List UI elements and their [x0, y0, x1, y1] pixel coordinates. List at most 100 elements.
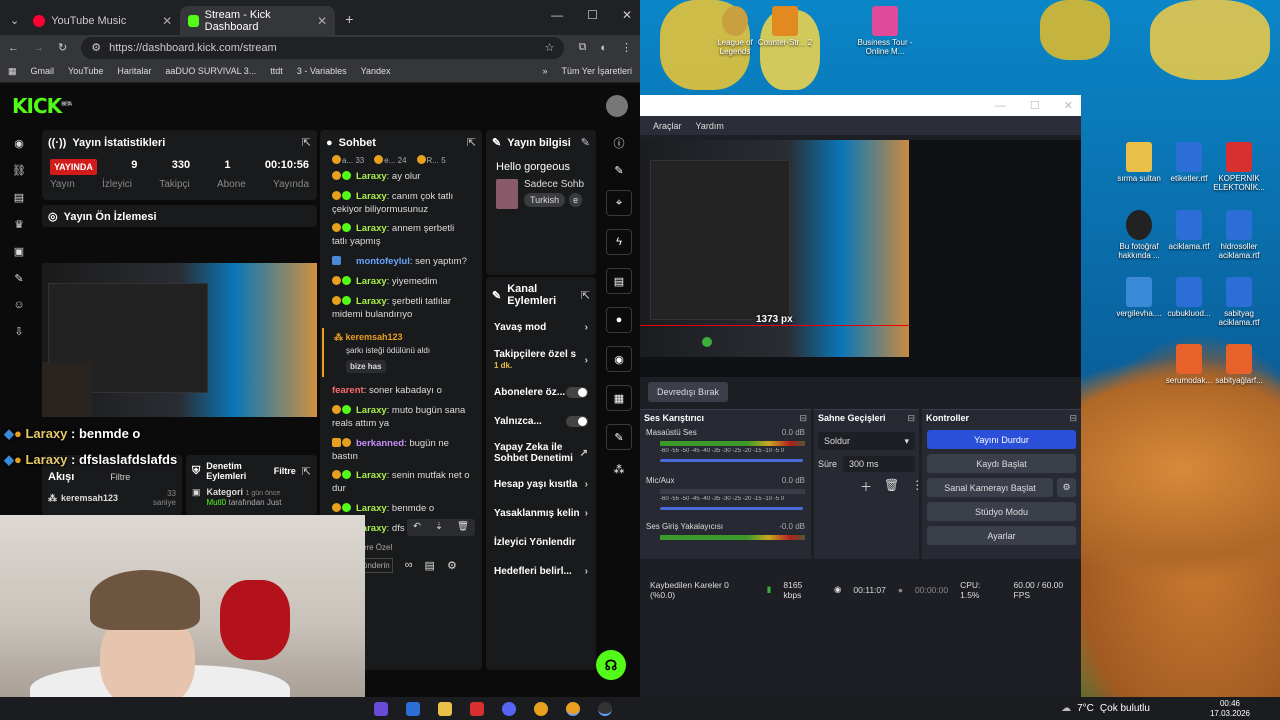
kick-logo[interactable]: KICKBETA: [12, 94, 72, 118]
profile-icon[interactable]: ◐: [600, 42, 607, 54]
chat-username[interactable]: Laraxy: [356, 470, 387, 481]
maximize-icon[interactable]: ☐: [1030, 99, 1040, 112]
filter-button[interactable]: Filtre: [274, 466, 296, 476]
slow-mode-row[interactable]: Yavaş mod ›: [486, 313, 596, 342]
chat-username[interactable]: montofeylul: [356, 256, 410, 267]
obs-icon[interactable]: [598, 701, 612, 716]
popout-icon[interactable]: ⇱: [302, 136, 311, 149]
obs-preview[interactable]: 1373 px: [640, 140, 1081, 377]
wrench-icon[interactable]: ✎: [14, 272, 23, 285]
bookmark-gmail[interactable]: Gmail: [31, 66, 55, 76]
tag-chip[interactable]: Turkish: [524, 193, 566, 207]
edit-icon[interactable]: ✎: [614, 164, 623, 177]
menu-tools[interactable]: Araçlar: [653, 121, 682, 131]
raid-row[interactable]: İzleyici Yönlendir: [486, 528, 596, 557]
chat-message[interactable]: Laraxy: şerbetli tatlılar midemi bulandı…: [332, 295, 472, 322]
stop-stream-button[interactable]: Yayını Durdur: [927, 430, 1076, 449]
discord-icon[interactable]: [502, 701, 516, 716]
trash-icon[interactable]: 🗑: [884, 478, 899, 495]
chat-username[interactable]: Laraxy: [356, 191, 387, 202]
office-icon[interactable]: [470, 701, 484, 716]
chat-username[interactable]: Laraxy: [356, 503, 387, 514]
stream-icon[interactable]: ◉: [14, 137, 24, 150]
chrome-icon[interactable]: [566, 701, 580, 716]
desktop-icon[interactable]: sabityağlarf...: [1210, 344, 1268, 386]
avatar[interactable]: [606, 95, 628, 117]
url-bar[interactable]: ⚙ https://dashboard.kick.com/stream ☆: [81, 36, 565, 59]
document-icon[interactable]: ▤: [606, 268, 632, 294]
maximize-icon[interactable]: ☐: [587, 8, 598, 22]
bookmark-variables[interactable]: 3 - Variables: [297, 66, 347, 76]
desktop-icon[interactable]: Counter-Str... 2: [756, 6, 814, 48]
bookmark-duo[interactable]: aaDUO SURVIVAL 3...: [165, 66, 256, 76]
account-age-row[interactable]: Hesap yaşı kısıtla ›: [486, 470, 596, 499]
clock[interactable]: 00:46 17.03.2026: [1210, 699, 1280, 718]
chat-message[interactable]: fearent: soner kabadayı o: [332, 385, 472, 398]
close-icon[interactable]: ✕: [1064, 99, 1073, 112]
desktop-icon[interactable]: hidrosoller aciklama.rtf: [1210, 210, 1268, 261]
mail-icon[interactable]: [406, 701, 420, 716]
desktop-icon[interactable]: Business Tour - Online M...: [856, 6, 914, 57]
dock-menu-icon[interactable]: ⊟: [907, 413, 915, 423]
edit-icon[interactable]: ✎: [581, 136, 590, 149]
dock-menu-icon[interactable]: ⊟: [799, 413, 807, 423]
download-icon[interactable]: ⇩: [14, 325, 23, 338]
transition-disable-button[interactable]: Devredışı Bırak: [648, 382, 728, 402]
desktop-icon[interactable]: sabityag aciklama.rtf: [1210, 277, 1268, 328]
chat-message[interactable]: Laraxy: muto bugün sana reals attım ya: [332, 405, 472, 431]
bookmark-yandex[interactable]: Yandex: [361, 66, 391, 76]
more-bookmarks-icon[interactable]: »: [542, 66, 547, 76]
store-icon[interactable]: ▤: [425, 559, 435, 572]
back-icon[interactable]: ←: [8, 42, 19, 54]
settings-button[interactable]: Ayarlar: [927, 526, 1076, 545]
site-info-icon[interactable]: ⚙: [91, 41, 101, 54]
apps-icon[interactable]: ⁂: [614, 463, 625, 476]
wrench-icon[interactable]: ✎: [606, 424, 632, 450]
chrome-icon[interactable]: [534, 701, 548, 716]
reload-icon[interactable]: ↻: [58, 41, 67, 54]
info-icon[interactable]: ⓘ: [614, 135, 625, 151]
gear-icon[interactable]: ⚙: [1057, 478, 1076, 497]
followers-only-row[interactable]: Takipçilere özel s1 dk. ›: [486, 342, 596, 378]
bookmark-ttdt[interactable]: ttdt: [270, 66, 283, 76]
media-icon[interactable]: ▣: [14, 245, 24, 258]
extensions-icon[interactable]: ⧉: [578, 41, 586, 54]
add-icon[interactable]: ＋: [860, 478, 872, 495]
all-bookmarks[interactable]: Tüm Yer İşaretleri: [561, 66, 632, 76]
tab-search-icon[interactable]: ⌄: [10, 14, 19, 27]
close-icon[interactable]: ✕: [317, 14, 327, 28]
chat-username[interactable]: Laraxy: [356, 276, 387, 287]
subscribers-only-toggle[interactable]: [566, 387, 588, 398]
chat-username[interactable]: Laraxy: [356, 296, 387, 307]
tab-kick-dashboard[interactable]: Stream - Kick Dashboard ✕: [180, 6, 336, 35]
popout-icon[interactable]: ⇱: [581, 289, 590, 302]
pin-icon[interactable]: ⇣: [435, 521, 443, 534]
clip-icon[interactable]: ⌖: [606, 190, 632, 216]
weather-widget[interactable]: ☁ 7°C Çok bulutlu: [1061, 703, 1210, 714]
tab-youtube-music[interactable]: YouTube Music ✕: [25, 6, 180, 35]
chat-bubble-icon[interactable]: ●: [606, 307, 632, 333]
dock-menu-icon[interactable]: ⊟: [1069, 413, 1077, 423]
apps-icon[interactable]: ▦: [8, 66, 17, 77]
chat-message[interactable]: Laraxy: benmde o: [332, 503, 472, 516]
minimize-icon[interactable]: —: [551, 8, 563, 22]
emote-icon[interactable]: ∞: [405, 559, 413, 571]
link-icon[interactable]: ⛓: [12, 164, 26, 177]
ai-moderation-row[interactable]: Yapay Zeka ile Sohbet Denetimi ↗: [486, 436, 596, 470]
studio-mode-button[interactable]: Stüdyo Modu: [927, 502, 1076, 521]
menu-help[interactable]: Yardım: [696, 121, 724, 131]
chat-message[interactable]: Laraxy: ay olur: [332, 171, 472, 184]
trash-icon[interactable]: 🗑: [457, 521, 469, 534]
start-virtual-camera-button[interactable]: Sanal Kamerayı Başlat: [927, 478, 1053, 497]
duration-input[interactable]: 300 ms: [843, 456, 915, 472]
chat-username[interactable]: fearent: [332, 385, 364, 396]
chat-username[interactable]: Laraxy: [356, 171, 387, 182]
broadcast-icon[interactable]: ◉: [606, 346, 632, 372]
minimize-icon[interactable]: —: [995, 100, 1006, 112]
undo-icon[interactable]: ↶: [413, 521, 421, 534]
bookmark-maps[interactable]: Haritalar: [117, 66, 151, 76]
chat-message[interactable]: Laraxy: annem şerbetli tatlı yapmış: [332, 223, 472, 249]
close-icon[interactable]: ✕: [162, 14, 172, 28]
chat-message[interactable]: montofeylul: sen yaptım?: [332, 256, 472, 269]
new-tab-icon[interactable]: +: [345, 11, 353, 27]
